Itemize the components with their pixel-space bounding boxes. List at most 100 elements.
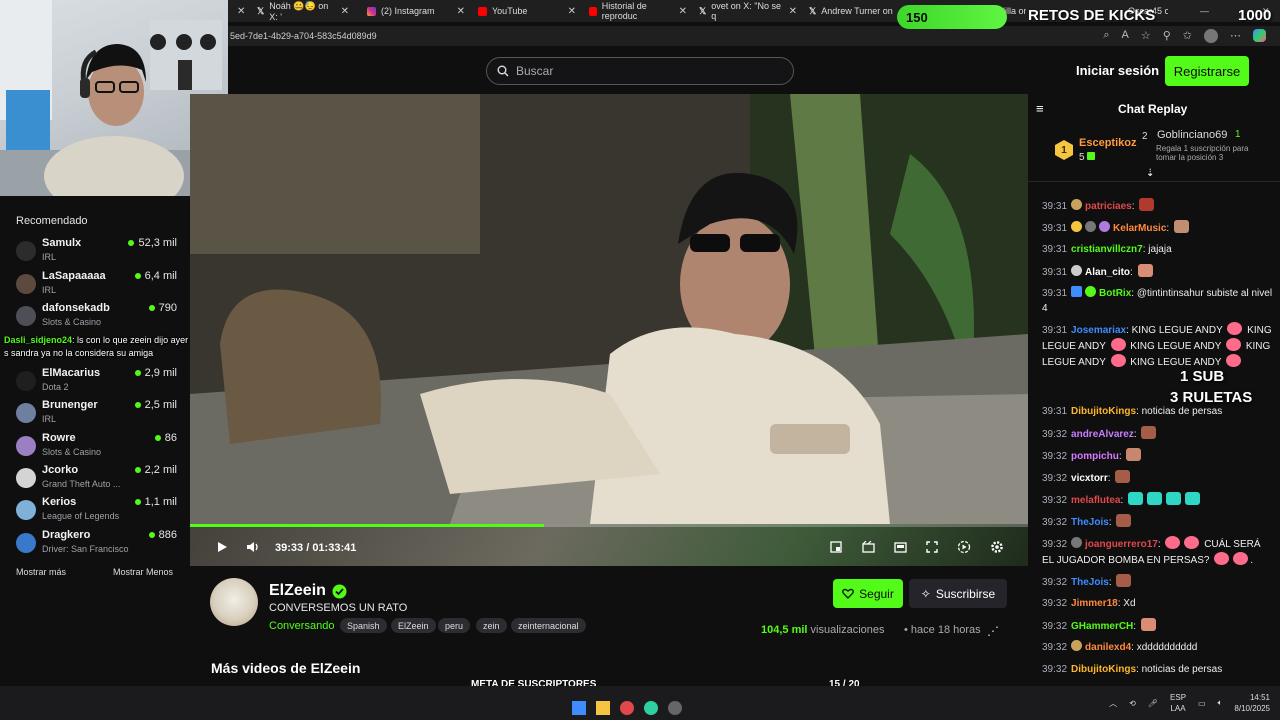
browser-tab[interactable]: 𝕏ovet on X: "No se q ✕ bbox=[699, 1, 797, 21]
fullscreen-icon[interactable] bbox=[924, 539, 940, 555]
sub-line: 1 SUB bbox=[1180, 368, 1225, 385]
msg-user[interactable]: DibujitoKings bbox=[1071, 664, 1136, 675]
msg-user[interactable]: cristianvillczn7 bbox=[1071, 244, 1143, 255]
file-explorer-icon[interactable] bbox=[596, 701, 610, 715]
tag-chip[interactable]: peru bbox=[438, 618, 471, 633]
msg-user[interactable]: KelarMusic bbox=[1113, 223, 1166, 234]
msg-user[interactable]: patriciaes bbox=[1085, 201, 1132, 212]
msg-user[interactable]: TheJois bbox=[1071, 577, 1109, 588]
play-icon[interactable] bbox=[214, 539, 230, 555]
chat-message: 39:32 melaflutea: bbox=[1042, 492, 1274, 508]
microphone-icon[interactable]: 🎤︎ bbox=[1148, 699, 1158, 708]
video-progress-bar[interactable] bbox=[190, 524, 1028, 527]
favorites-icon[interactable]: ✩ bbox=[1183, 29, 1192, 43]
language-indicator[interactable]: ESP LAA bbox=[1170, 692, 1186, 714]
browser-tab[interactable]: 𝕏 Noáh 🤐😓 on X: ' ✕ bbox=[257, 1, 349, 22]
copilot-icon[interactable] bbox=[1253, 29, 1266, 42]
browser-tab[interactable]: YouTube ✕ bbox=[478, 3, 576, 19]
theater-mode-icon[interactable] bbox=[892, 539, 908, 555]
msg-user[interactable]: andreAlvarez bbox=[1071, 429, 1134, 440]
retos-goal: 1000 bbox=[1238, 7, 1272, 24]
tag-chip[interactable]: Spanish bbox=[340, 618, 387, 633]
back-icon[interactable]: ⟲ bbox=[1129, 699, 1136, 708]
app-icon[interactable] bbox=[668, 701, 682, 715]
browser-tab[interactable]: (2) Instagram ✕ bbox=[367, 3, 465, 19]
bookmark-star-icon[interactable]: ☆ bbox=[1141, 29, 1151, 43]
gifter-name[interactable]: Goblinciano69 bbox=[1157, 129, 1227, 141]
browser-tab[interactable]: 𝕏 Andrew Turner on bbox=[809, 3, 893, 19]
channel-avatar[interactable] bbox=[210, 578, 258, 626]
sidebar-channel-item[interactable]: Rowre Slots & Casino 86 bbox=[16, 432, 180, 462]
browser-tab[interactable]: Historial de reproduc ✕ bbox=[589, 1, 687, 21]
viewer-count: 790 bbox=[148, 302, 177, 314]
chevron-up-icon[interactable]: ︿ bbox=[1109, 698, 1117, 709]
share-icon[interactable]: ⋰ bbox=[987, 624, 999, 638]
clock[interactable]: 14:51 8/10/2025 bbox=[1234, 692, 1270, 714]
msg-user[interactable]: joanguerrero17 bbox=[1085, 539, 1158, 550]
emote-icon bbox=[1214, 552, 1230, 565]
search-input[interactable]: Buscar bbox=[486, 57, 794, 85]
tag-chip[interactable]: zein bbox=[476, 618, 507, 633]
tag-chip[interactable]: ElZeein bbox=[391, 618, 436, 633]
picture-in-picture-icon[interactable] bbox=[828, 539, 844, 555]
menu-dots-icon[interactable]: ⋯ bbox=[1230, 29, 1241, 43]
minimize-icon[interactable]: — bbox=[1200, 3, 1209, 19]
msg-user[interactable]: melaflutea bbox=[1071, 495, 1120, 506]
avatar bbox=[16, 241, 36, 261]
show-less-button[interactable]: Mostrar Menos bbox=[113, 567, 173, 577]
sidebar-channel-item[interactable]: Samulx IRL 52,3 mil bbox=[16, 237, 180, 267]
register-button[interactable]: Registrarse bbox=[1165, 56, 1249, 86]
edge-icon[interactable] bbox=[644, 701, 658, 715]
msg-user[interactable]: Josemariax bbox=[1071, 325, 1126, 336]
expand-arrow-icon[interactable]: ⇣ bbox=[1146, 168, 1154, 179]
msg-user[interactable]: danilexd4 bbox=[1085, 642, 1131, 653]
rank-badge: 2 bbox=[1142, 131, 1148, 142]
sidebar-channel-item[interactable]: dafonsekadb Slots & Casino 790 bbox=[16, 302, 180, 332]
channel-name: ElMacarius bbox=[42, 367, 101, 379]
login-button[interactable]: Iniciar sesión bbox=[1076, 63, 1159, 78]
msg-user[interactable]: BotRix bbox=[1099, 288, 1131, 299]
sidebar-channel-item[interactable]: Kerios League of Legends 1,1 mil bbox=[16, 496, 180, 526]
sidebar-channel-item[interactable]: Dragkero Driver: San Francisco 886 bbox=[16, 529, 180, 559]
channel-category: IRL bbox=[42, 285, 57, 295]
zoom-icon[interactable]: ⌕ bbox=[1103, 29, 1109, 43]
address-bar[interactable]: 5ed-7de1-4b29-a704-583c54d089d9 ⌕ A ☆ ⚲ … bbox=[228, 26, 1280, 46]
browser-icon[interactable] bbox=[620, 701, 634, 715]
msg-user[interactable]: DibujitoKings bbox=[1071, 406, 1136, 417]
chat-message: 39:32 andreAlvarez: bbox=[1042, 426, 1274, 442]
msg-user[interactable]: GHammerCH bbox=[1071, 621, 1133, 632]
profile-avatar[interactable] bbox=[1204, 29, 1218, 43]
msg-user[interactable]: TheJois bbox=[1071, 517, 1109, 528]
sidebar-channel-item[interactable]: ElMacarius Dota 2 2,9 mil bbox=[16, 367, 180, 397]
duration: 01:33:41 bbox=[312, 542, 357, 554]
volume-icon[interactable] bbox=[245, 539, 261, 555]
settings-gear-icon[interactable] bbox=[989, 539, 1005, 555]
network-icon[interactable]: ▭ bbox=[1198, 699, 1206, 708]
msg-user[interactable]: pompichu bbox=[1071, 451, 1119, 462]
clip-icon[interactable] bbox=[860, 539, 876, 555]
translate-icon[interactable]: A bbox=[1122, 29, 1129, 43]
tag-chip[interactable]: zeinternacional bbox=[511, 618, 586, 633]
sidebar-channel-item[interactable]: LaSapaaaaa IRL 6,4 mil bbox=[16, 270, 180, 300]
follow-button[interactable]: Seguir bbox=[833, 579, 903, 608]
video-player[interactable]: 39:33 / 01:33:41 bbox=[190, 94, 1028, 566]
msg-user[interactable]: Jimmer18 bbox=[1071, 598, 1118, 609]
tab-close-icon[interactable]: ✕ bbox=[237, 3, 245, 19]
channel-name[interactable]: ElZeein bbox=[269, 582, 326, 600]
msg-user[interactable]: Alan_cito bbox=[1085, 267, 1130, 278]
show-more-button[interactable]: Mostrar más bbox=[16, 567, 66, 577]
playback-speed-icon[interactable] bbox=[956, 539, 972, 555]
gifter-name[interactable]: Esceptikoz bbox=[1079, 137, 1136, 149]
stream-category[interactable]: Conversando bbox=[269, 620, 334, 632]
volume-icon[interactable]: 🔈︎ bbox=[1218, 698, 1223, 708]
lang-code: ESP bbox=[1170, 693, 1187, 702]
collapse-chat-icon[interactable]: ≡ bbox=[1036, 101, 1044, 116]
sidebar-channel-item[interactable]: Brunenger IRL 2,5 mil bbox=[16, 399, 180, 429]
msg-user[interactable]: vicxtorr bbox=[1071, 473, 1108, 484]
viewer-count: 886 bbox=[148, 529, 177, 541]
sidebar-channel-item[interactable]: Jcorko Grand Theft Auto ... 2,2 mil bbox=[16, 464, 180, 494]
channel-name: LaSapaaaaa bbox=[42, 270, 106, 282]
windows-start-icon[interactable] bbox=[572, 701, 586, 715]
extensions-icon[interactable]: ⚲ bbox=[1163, 29, 1171, 43]
subscribe-button[interactable]: ✧ Suscribirse bbox=[909, 579, 1007, 608]
